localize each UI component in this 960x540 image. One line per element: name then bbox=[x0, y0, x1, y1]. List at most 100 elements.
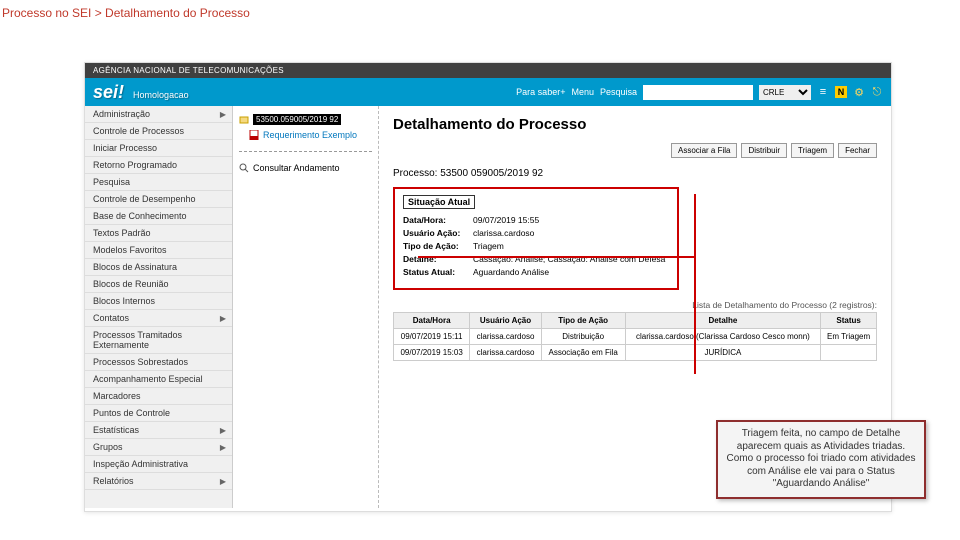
proc-number-badge: 53500.059005/2019 92 bbox=[253, 114, 341, 125]
detalhamento-table: Data/Hora Usuário Ação Tipo de Ação Deta… bbox=[393, 312, 877, 361]
th-detalhe: Detalhe bbox=[625, 313, 821, 329]
sidebar-item-16[interactable]: Marcadores bbox=[85, 388, 232, 405]
chevron-right-icon: ▶ bbox=[220, 110, 226, 119]
sidebar-label: Contatos bbox=[93, 313, 129, 323]
fechar-button[interactable]: Fechar bbox=[838, 143, 877, 158]
chevron-right-icon: ▶ bbox=[220, 443, 226, 452]
sidebar-label: Marcadores bbox=[93, 391, 141, 401]
cell: 09/07/2019 15:03 bbox=[394, 345, 470, 361]
tree-doc[interactable]: Requerimento Exemplo bbox=[239, 130, 372, 140]
table-row: 09/07/2019 15:03clarissa.cardosoAssociaç… bbox=[394, 345, 877, 361]
cell: clarissa.cardoso bbox=[470, 329, 541, 345]
sidebar-label: Retorno Programado bbox=[93, 160, 177, 170]
menu-link[interactable]: Menu bbox=[571, 87, 594, 97]
sidebar-label: Acompanhamento Especial bbox=[93, 374, 203, 384]
annotation-line-v bbox=[694, 194, 696, 374]
sidebar-label: Relatórios bbox=[93, 476, 134, 486]
k-tipo: Tipo de Ação: bbox=[403, 241, 473, 251]
table-body: 09/07/2019 15:11clarissa.cardosoDistribu… bbox=[394, 329, 877, 361]
agency-bar: AGÊNCIA NACIONAL DE TELECOMUNICAÇÕES bbox=[85, 63, 891, 78]
chevron-right-icon: ▶ bbox=[220, 477, 226, 486]
sidebar-label: Processos Sobrestados bbox=[93, 357, 188, 367]
unit-select[interactable]: CRLE bbox=[759, 85, 811, 100]
tool-icon[interactable]: ⚙ bbox=[853, 86, 865, 98]
list-icon[interactable]: ≡ bbox=[817, 86, 829, 98]
sidebar-item-3[interactable]: Retorno Programado bbox=[85, 157, 232, 174]
sidebar-label: Inspeção Administrativa bbox=[93, 459, 188, 469]
cell: clarissa.cardoso (Clarissa Cardoso Cesco… bbox=[625, 329, 821, 345]
sidebar-label: Controle de Processos bbox=[93, 126, 184, 136]
sidebar-item-5[interactable]: Controle de Desempenho bbox=[85, 191, 232, 208]
sidebar-item-10[interactable]: Blocos de Reunião bbox=[85, 276, 232, 293]
sidebar-item-20[interactable]: Inspeção Administrativa bbox=[85, 456, 232, 473]
pdf-icon bbox=[249, 130, 259, 140]
cell: clarissa.cardoso bbox=[470, 345, 541, 361]
sidebar-item-7[interactable]: Textos Padrão bbox=[85, 225, 232, 242]
th-status: Status bbox=[821, 313, 877, 329]
consult-label: Consultar Andamento bbox=[253, 163, 340, 173]
sidebar-label: Grupos bbox=[93, 442, 123, 452]
para-saber-link[interactable]: Para saber+ bbox=[516, 87, 565, 97]
k-datahora: Data/Hora: bbox=[403, 215, 473, 225]
sidebar-item-11[interactable]: Blocos Internos bbox=[85, 293, 232, 310]
k-usuario: Usuário Ação: bbox=[403, 228, 473, 238]
env-label: Homologacao bbox=[133, 90, 189, 100]
sidebar-item-0[interactable]: Administração ▶ bbox=[85, 106, 232, 123]
sidebar-item-17[interactable]: Puntos de Controle bbox=[85, 405, 232, 422]
tree-proc[interactable]: 53500.059005/2019 92 bbox=[239, 114, 372, 125]
sidebar-item-9[interactable]: Blocos de Assinatura bbox=[85, 259, 232, 276]
pesquisa-label: Pesquisa bbox=[600, 87, 637, 97]
annotation-line-h bbox=[418, 256, 694, 258]
sidebar-label: Textos Padrão bbox=[93, 228, 151, 238]
list-count-label: Lista de Detalhamento do Processo (2 reg… bbox=[393, 300, 877, 310]
processo-label: Processo: 53500 059005/2019 92 bbox=[393, 168, 877, 179]
sidebar-label: Blocos de Assinatura bbox=[93, 262, 177, 272]
situacao-box: Situação Atual Data/Hora:09/07/2019 15:5… bbox=[393, 187, 679, 290]
sidebar-item-2[interactable]: Iniciar Processo bbox=[85, 140, 232, 157]
cell: Em Triagem bbox=[821, 329, 877, 345]
triagem-button[interactable]: Triagem bbox=[791, 143, 834, 158]
v-datahora: 09/07/2019 15:55 bbox=[473, 215, 669, 225]
cell: Associação em Fila bbox=[541, 345, 625, 361]
note-icon[interactable]: N bbox=[835, 86, 847, 98]
folder-icon bbox=[239, 115, 249, 125]
situacao-title: Situação Atual bbox=[403, 195, 475, 209]
cell: 09/07/2019 15:11 bbox=[394, 329, 470, 345]
sidebar-item-14[interactable]: Processos Sobrestados bbox=[85, 354, 232, 371]
exit-icon[interactable]: ⎋ bbox=[871, 86, 883, 98]
sidebar-label: Puntos de Controle bbox=[93, 408, 170, 418]
sidebar-label: Administração bbox=[93, 109, 150, 119]
sidebar-item-13[interactable]: Processos Tramitados Externamente bbox=[85, 327, 232, 354]
sidebar-item-4[interactable]: Pesquisa bbox=[85, 174, 232, 191]
v-tipo: Triagem bbox=[473, 241, 669, 251]
sidebar-item-6[interactable]: Base de Conhecimento bbox=[85, 208, 232, 225]
sidebar-label: Pesquisa bbox=[93, 177, 130, 187]
magnifier-icon bbox=[239, 163, 249, 173]
callout-box: Triagem feita, no campo de Detalhe apare… bbox=[716, 420, 926, 499]
sidebar-label: Blocos Internos bbox=[93, 296, 155, 306]
doc-label: Requerimento Exemplo bbox=[263, 130, 357, 140]
sidebar-item-21[interactable]: Relatórios ▶ bbox=[85, 473, 232, 490]
sidebar-item-15[interactable]: Acompanhamento Especial bbox=[85, 371, 232, 388]
sidebar-item-18[interactable]: Estatísticas ▶ bbox=[85, 422, 232, 439]
sidebar-label: Estatísticas bbox=[93, 425, 139, 435]
sidebar: Administração ▶ Controle de Processos Inici… bbox=[85, 106, 233, 508]
distribuir-button[interactable]: Distribuir bbox=[741, 143, 787, 158]
sidebar-label: Controle de Desempenho bbox=[93, 194, 196, 204]
chevron-right-icon: ▶ bbox=[220, 426, 226, 435]
v-usuario: clarissa.cardoso bbox=[473, 228, 669, 238]
sidebar-label: Iniciar Processo bbox=[93, 143, 157, 153]
search-input[interactable] bbox=[643, 85, 753, 100]
consult-andamento[interactable]: Consultar Andamento bbox=[239, 163, 372, 173]
cell bbox=[821, 345, 877, 361]
logo: sei! Homologacao bbox=[93, 82, 189, 103]
sidebar-menu: Administração ▶ Controle de Processos Inici… bbox=[85, 106, 232, 490]
sidebar-item-1[interactable]: Controle de Processos bbox=[85, 123, 232, 140]
sidebar-item-12[interactable]: Contatos▶ bbox=[85, 310, 232, 327]
logo-text: sei! bbox=[93, 82, 124, 102]
sidebar-item-19[interactable]: Grupos ▶ bbox=[85, 439, 232, 456]
title-bar: sei! Homologacao Para saber+ Menu Pesqui… bbox=[85, 78, 891, 106]
sidebar-item-8[interactable]: Modelos Favoritos bbox=[85, 242, 232, 259]
assoc-fila-button[interactable]: Associar a Fila bbox=[671, 143, 737, 158]
page-title: Detalhamento do Processo bbox=[393, 116, 877, 133]
